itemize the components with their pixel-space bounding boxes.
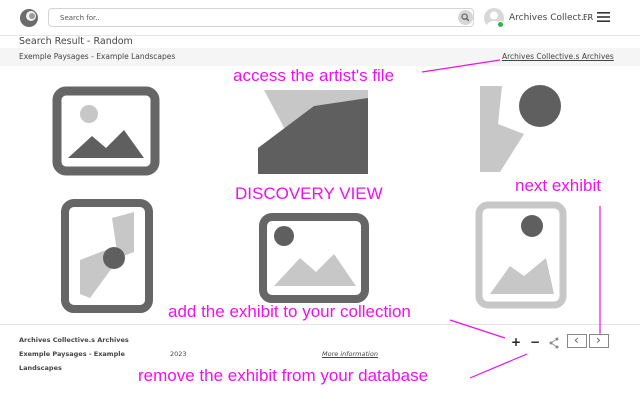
online-status-indicator — [497, 21, 504, 28]
footer-exhibit-title-line1: Exemple Paysages - Example — [19, 350, 125, 358]
search-bar[interactable] — [48, 8, 474, 27]
search-input[interactable] — [60, 11, 440, 25]
footer-exhibit-title-line2: Landscapes — [19, 364, 62, 372]
search-icon — [461, 13, 470, 22]
page-title: Search Result - Random — [19, 36, 133, 47]
annotation-add-exhibit: add the exhibit to your collection — [168, 302, 411, 321]
language-switch[interactable]: FR — [583, 13, 593, 22]
artist-file-link[interactable]: Archives Collective.s Archives — [502, 52, 614, 61]
next-exhibit-button[interactable]: › — [589, 333, 609, 348]
annotation-next-exhibit: next exhibit — [515, 176, 601, 195]
logo-icon[interactable] — [19, 8, 39, 28]
footer-year: 2023 — [170, 350, 187, 358]
annotation-remove-exhibit: remove the exhibit from your database — [138, 366, 429, 385]
chevron-right-icon: › — [596, 333, 601, 347]
top-bar: Archives Collect... FR — [0, 0, 640, 36]
footer-divider — [0, 324, 640, 325]
hamburger-menu-icon[interactable] — [597, 12, 610, 22]
exhibit-image-1[interactable] — [52, 86, 160, 176]
exhibit-image-5[interactable] — [258, 212, 370, 304]
chevron-left-icon: ‹ — [574, 333, 579, 347]
annotation-artist-file: access the artist's file — [233, 66, 395, 85]
exhibit-image-6[interactable] — [474, 200, 568, 310]
add-exhibit-button[interactable]: + — [511, 336, 521, 350]
username[interactable]: Archives Collect... — [509, 13, 590, 23]
footer-collective-name: Archives Collective.s Archives — [19, 336, 129, 344]
previous-exhibit-button[interactable]: ‹ — [567, 333, 587, 348]
breadcrumb: Exemple Paysages - Example Landscapes — [19, 52, 176, 61]
share-icon[interactable] — [549, 337, 559, 349]
remove-exhibit-button[interactable]: − — [530, 336, 540, 350]
more-information-link[interactable]: More information — [322, 350, 378, 358]
exhibit-image-2[interactable] — [258, 88, 368, 174]
exhibit-image-4[interactable] — [60, 198, 154, 314]
exhibit-image-3[interactable] — [478, 84, 568, 174]
search-button[interactable] — [458, 10, 473, 25]
annotation-discovery-view: DISCOVERY VIEW — [235, 184, 383, 203]
